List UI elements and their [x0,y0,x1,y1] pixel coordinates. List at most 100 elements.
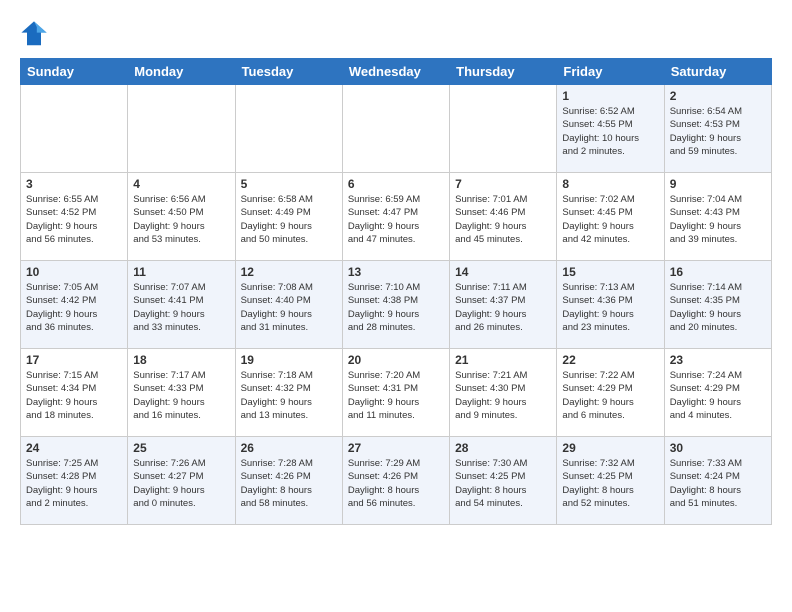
cell-info: Sunrise: 7:10 AM Sunset: 4:38 PM Dayligh… [348,281,444,334]
cell-info: Sunrise: 7:28 AM Sunset: 4:26 PM Dayligh… [241,457,337,510]
day-number: 20 [348,353,444,367]
day-number: 1 [562,89,658,103]
day-number: 18 [133,353,229,367]
day-number: 26 [241,441,337,455]
day-number: 25 [133,441,229,455]
day-number: 2 [670,89,766,103]
day-number: 12 [241,265,337,279]
calendar-cell: 26 Sunrise: 7:28 AM Sunset: 4:26 PM Dayli… [235,437,342,525]
cell-info: Sunrise: 7:26 AM Sunset: 4:27 PM Dayligh… [133,457,229,510]
calendar-cell: 15 Sunrise: 7:13 AM Sunset: 4:36 PM Dayli… [557,261,664,349]
day-number: 3 [26,177,122,191]
page: SundayMondayTuesdayWednesdayThursdayFrid… [0,0,792,535]
calendar-cell: 11Sunrise: 7:07 AM Sunset: 4:41 PM Dayli… [128,261,235,349]
cell-info: Sunrise: 7:04 AM Sunset: 4:43 PM Dayligh… [670,193,766,246]
cell-info: Sunrise: 7:02 AM Sunset: 4:45 PM Dayligh… [562,193,658,246]
calendar-cell: 10 Sunrise: 7:05 AM Sunset: 4:42 PM Dayli… [21,261,128,349]
calendar-cell: 12 Sunrise: 7:08 AM Sunset: 4:40 PM Dayli… [235,261,342,349]
cell-info: Sunrise: 7:30 AM Sunset: 4:25 PM Dayligh… [455,457,551,510]
calendar-header: SundayMondayTuesdayWednesdayThursdayFrid… [21,59,772,85]
day-number: 19 [241,353,337,367]
weekday-header-sunday: Sunday [21,59,128,85]
cell-info: Sunrise: 7:13 AM Sunset: 4:36 PM Dayligh… [562,281,658,334]
calendar-cell: 16 Sunrise: 7:14 AM Sunset: 4:35 PM Dayli… [664,261,771,349]
cell-info: Sunrise: 6:59 AM Sunset: 4:47 PM Dayligh… [348,193,444,246]
cell-info: Sunrise: 7:17 AM Sunset: 4:33 PM Dayligh… [133,369,229,422]
week-row-5: 24Sunrise: 7:25 AM Sunset: 4:28 PM Dayli… [21,437,772,525]
logo [20,20,52,48]
calendar-cell: 6 Sunrise: 6:59 AM Sunset: 4:47 PM Daylig… [342,173,449,261]
calendar-cell: 25 Sunrise: 7:26 AM Sunset: 4:27 PM Dayli… [128,437,235,525]
cell-info: Sunrise: 7:08 AM Sunset: 4:40 PM Dayligh… [241,281,337,334]
calendar-cell: 22 Sunrise: 7:22 AM Sunset: 4:29 PM Dayli… [557,349,664,437]
day-number: 6 [348,177,444,191]
weekday-header-friday: Friday [557,59,664,85]
calendar-cell: 24Sunrise: 7:25 AM Sunset: 4:28 PM Dayli… [21,437,128,525]
week-row-2: 3 Sunrise: 6:55 AM Sunset: 4:52 PM Daylig… [21,173,772,261]
cell-info: Sunrise: 7:07 AM Sunset: 4:41 PM Dayligh… [133,281,229,334]
cell-info: Sunrise: 7:32 AM Sunset: 4:25 PM Dayligh… [562,457,658,510]
calendar-cell: 9 Sunrise: 7:04 AM Sunset: 4:43 PM Daylig… [664,173,771,261]
calendar-cell: 20 Sunrise: 7:20 AM Sunset: 4:31 PM Dayli… [342,349,449,437]
cell-info: Sunrise: 6:54 AM Sunset: 4:53 PM Dayligh… [670,105,766,158]
cell-info: Sunrise: 6:56 AM Sunset: 4:50 PM Dayligh… [133,193,229,246]
day-number: 7 [455,177,551,191]
cell-info: Sunrise: 7:18 AM Sunset: 4:32 PM Dayligh… [241,369,337,422]
calendar-cell [342,85,449,173]
day-number: 5 [241,177,337,191]
day-number: 17 [26,353,122,367]
cell-info: Sunrise: 7:14 AM Sunset: 4:35 PM Dayligh… [670,281,766,334]
cell-info: Sunrise: 7:05 AM Sunset: 4:42 PM Dayligh… [26,281,122,334]
calendar-cell: 3 Sunrise: 6:55 AM Sunset: 4:52 PM Daylig… [21,173,128,261]
calendar-body: 1 Sunrise: 6:52 AM Sunset: 4:55 PM Daylig… [21,85,772,525]
week-row-1: 1 Sunrise: 6:52 AM Sunset: 4:55 PM Daylig… [21,85,772,173]
calendar-cell: 17Sunrise: 7:15 AM Sunset: 4:34 PM Dayli… [21,349,128,437]
weekday-header-wednesday: Wednesday [342,59,449,85]
day-number: 27 [348,441,444,455]
week-row-3: 10 Sunrise: 7:05 AM Sunset: 4:42 PM Dayli… [21,261,772,349]
calendar-cell: 18 Sunrise: 7:17 AM Sunset: 4:33 PM Dayli… [128,349,235,437]
weekday-header-monday: Monday [128,59,235,85]
cell-info: Sunrise: 7:25 AM Sunset: 4:28 PM Dayligh… [26,457,122,510]
calendar-cell: 1 Sunrise: 6:52 AM Sunset: 4:55 PM Daylig… [557,85,664,173]
calendar-cell: 8Sunrise: 7:02 AM Sunset: 4:45 PM Daylig… [557,173,664,261]
cell-info: Sunrise: 7:11 AM Sunset: 4:37 PM Dayligh… [455,281,551,334]
day-number: 4 [133,177,229,191]
calendar-cell: 19 Sunrise: 7:18 AM Sunset: 4:32 PM Dayli… [235,349,342,437]
cell-info: Sunrise: 6:55 AM Sunset: 4:52 PM Dayligh… [26,193,122,246]
weekday-header-saturday: Saturday [664,59,771,85]
calendar-cell: 14 Sunrise: 7:11 AM Sunset: 4:37 PM Dayli… [450,261,557,349]
calendar-cell: 13Sunrise: 7:10 AM Sunset: 4:38 PM Dayli… [342,261,449,349]
cell-info: Sunrise: 6:52 AM Sunset: 4:55 PM Dayligh… [562,105,658,158]
day-number: 30 [670,441,766,455]
calendar-cell [21,85,128,173]
cell-info: Sunrise: 7:22 AM Sunset: 4:29 PM Dayligh… [562,369,658,422]
calendar-cell: 7 Sunrise: 7:01 AM Sunset: 4:46 PM Daylig… [450,173,557,261]
day-number: 15 [562,265,658,279]
cell-info: Sunrise: 7:01 AM Sunset: 4:46 PM Dayligh… [455,193,551,246]
weekday-header-thursday: Thursday [450,59,557,85]
day-number: 21 [455,353,551,367]
day-number: 29 [562,441,658,455]
day-number: 23 [670,353,766,367]
calendar-cell: 4 Sunrise: 6:56 AM Sunset: 4:50 PM Daylig… [128,173,235,261]
calendar-cell: 2 Sunrise: 6:54 AM Sunset: 4:53 PM Daylig… [664,85,771,173]
day-number: 10 [26,265,122,279]
day-number: 16 [670,265,766,279]
calendar-cell [450,85,557,173]
weekday-row: SundayMondayTuesdayWednesdayThursdayFrid… [21,59,772,85]
cell-info: Sunrise: 7:33 AM Sunset: 4:24 PM Dayligh… [670,457,766,510]
logo-icon [20,20,48,48]
weekday-header-tuesday: Tuesday [235,59,342,85]
day-number: 22 [562,353,658,367]
day-number: 28 [455,441,551,455]
calendar-cell [128,85,235,173]
calendar-cell [235,85,342,173]
calendar-table: SundayMondayTuesdayWednesdayThursdayFrid… [20,58,772,525]
cell-info: Sunrise: 7:20 AM Sunset: 4:31 PM Dayligh… [348,369,444,422]
calendar-cell: 21Sunrise: 7:21 AM Sunset: 4:30 PM Dayli… [450,349,557,437]
cell-info: Sunrise: 7:24 AM Sunset: 4:29 PM Dayligh… [670,369,766,422]
day-number: 9 [670,177,766,191]
day-number: 14 [455,265,551,279]
header [20,16,772,48]
